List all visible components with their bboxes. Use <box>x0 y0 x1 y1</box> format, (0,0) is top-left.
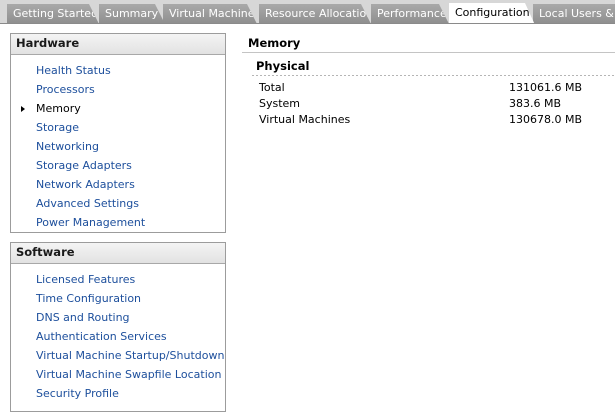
section-divider <box>252 75 615 76</box>
memory-row-virtual-machines: Virtual Machines 130678.0 MB <box>259 113 615 129</box>
selection-arrow-icon <box>21 106 25 112</box>
software-panel-header: Software <box>11 243 225 264</box>
tab-bar: Getting Started Summary Virtual Machines… <box>0 0 615 24</box>
memory-row-system: System 383.6 MB <box>259 97 615 113</box>
hardware-panel: Hardware Health Status Processors Memory… <box>10 33 226 233</box>
memory-row-value: 383.6 MB <box>509 97 562 110</box>
software-item-time-configuration[interactable]: Time Configuration <box>11 289 225 308</box>
title-divider <box>242 52 615 53</box>
tab-local-users-groups[interactable]: Local Users & Gr <box>533 4 615 24</box>
hardware-item-storage-adapters[interactable]: Storage Adapters <box>11 156 225 175</box>
software-item-security-profile[interactable]: Security Profile <box>11 384 225 403</box>
memory-row-total: Total 131061.6 MB <box>259 81 615 97</box>
hardware-item-network-adapters[interactable]: Network Adapters <box>11 175 225 194</box>
hardware-item-memory-label: Memory <box>36 102 81 115</box>
software-item-vm-swapfile-location[interactable]: Virtual Machine Swapfile Location <box>11 365 225 384</box>
tab-configuration[interactable]: Configuration <box>449 3 535 24</box>
tab-virtual-machines[interactable]: Virtual Machines <box>163 4 257 24</box>
memory-row-label: System <box>259 97 301 110</box>
memory-row-label: Virtual Machines <box>259 113 351 126</box>
software-list: Licensed Features Time Configuration DNS… <box>11 264 225 403</box>
software-panel: Software Licensed Features Time Configur… <box>10 242 226 412</box>
page-title: Memory <box>248 36 301 50</box>
tab-getting-started[interactable]: Getting Started <box>7 4 99 24</box>
tab-resource-allocation[interactable]: Resource Allocation <box>259 4 371 24</box>
hardware-item-networking[interactable]: Networking <box>11 137 225 156</box>
hardware-item-health-status[interactable]: Health Status <box>11 61 225 80</box>
hardware-item-processors[interactable]: Processors <box>11 80 225 99</box>
hardware-item-advanced-settings[interactable]: Advanced Settings <box>11 194 225 213</box>
hardware-item-memory[interactable]: Memory <box>11 99 225 118</box>
hardware-list: Health Status Processors Memory Storage … <box>11 55 225 232</box>
tab-summary[interactable]: Summary <box>99 4 165 24</box>
memory-row-value: 131061.6 MB <box>509 81 583 94</box>
memory-row-label: Total <box>259 81 285 94</box>
tab-performance[interactable]: Performance <box>371 4 449 24</box>
hardware-item-power-management[interactable]: Power Management <box>11 213 225 232</box>
section-title-physical: Physical <box>256 59 310 73</box>
software-item-authentication-services[interactable]: Authentication Services <box>11 327 225 346</box>
hardware-panel-header: Hardware <box>11 34 225 55</box>
software-item-dns-and-routing[interactable]: DNS and Routing <box>11 308 225 327</box>
hardware-item-storage[interactable]: Storage <box>11 118 225 137</box>
memory-row-value: 130678.0 MB <box>509 113 583 126</box>
software-item-licensed-features[interactable]: Licensed Features <box>11 270 225 289</box>
software-item-vm-startup-shutdown[interactable]: Virtual Machine Startup/Shutdown <box>11 346 225 365</box>
